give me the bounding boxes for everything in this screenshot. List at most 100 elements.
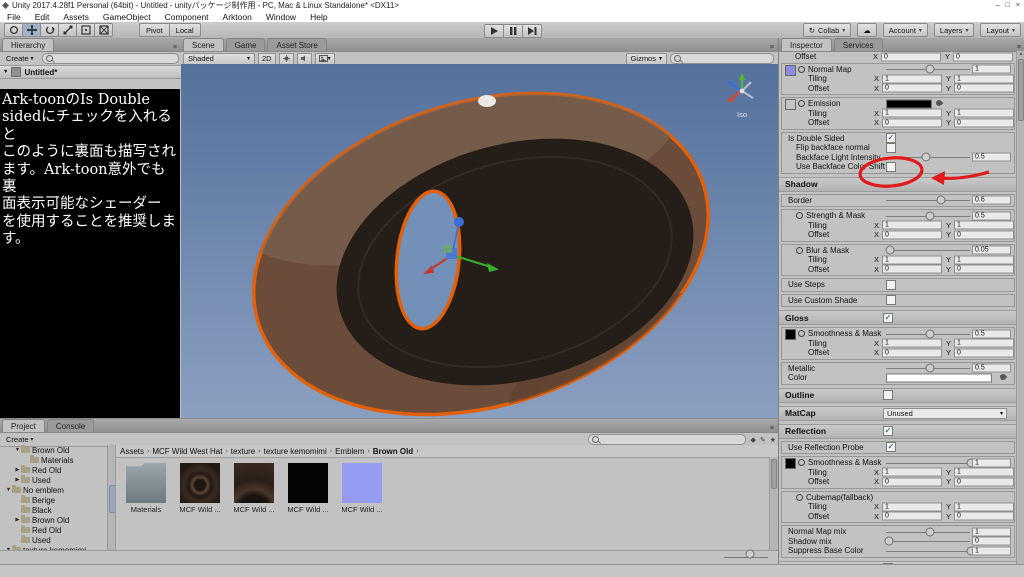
shading-mode-dropdown[interactable]: Shaded▾ <box>183 53 255 65</box>
breadcrumb-item-texture-kemomimi[interactable]: texture kemomimi <box>264 447 327 456</box>
tab-services[interactable]: Services <box>834 38 883 51</box>
y-field[interactable]: 0 <box>954 512 1014 521</box>
tree-item-red-old[interactable]: ▶Red Old <box>0 465 115 475</box>
value-field[interactable]: 1 <box>972 65 1011 74</box>
slider-handle[interactable] <box>926 527 935 536</box>
value-field[interactable]: 0.6 <box>972 196 1011 205</box>
slider-handle[interactable] <box>936 196 945 205</box>
tab-hierarchy[interactable]: Hierarchy <box>2 38 54 51</box>
value-field[interactable]: 0.5 <box>972 153 1011 162</box>
asset-mcf-wild-black[interactable]: MCF Wild ... <box>286 463 330 551</box>
hierarchy-scene-row[interactable]: ▼ Untitled* <box>0 66 181 79</box>
y-field[interactable]: 1 <box>954 255 1014 264</box>
scale-tool-button[interactable] <box>59 23 77 37</box>
x-field[interactable]: 0 <box>882 348 942 357</box>
step-button[interactable] <box>523 24 542 38</box>
value-field[interactable]: 0.5 <box>972 211 1011 220</box>
value-field[interactable]: 0 <box>972 537 1011 546</box>
scene-search-input[interactable] <box>670 53 774 64</box>
value-field[interactable]: 1 <box>972 527 1011 536</box>
inspector-scrollbar[interactable]: ▲ <box>1016 51 1024 564</box>
rotate-tool-button[interactable] <box>41 23 59 37</box>
maximize-icon[interactable]: □ <box>1006 2 1010 9</box>
pause-button[interactable] <box>504 24 523 38</box>
menu-file[interactable]: File <box>0 12 28 22</box>
checkbox[interactable]: ✓ <box>886 442 896 452</box>
section-header-matcap[interactable]: MatCapUnused▾ <box>779 406 1017 421</box>
menu-help[interactable]: Help <box>303 12 334 22</box>
value-field[interactable]: 0.5 <box>972 364 1011 373</box>
checkbox[interactable]: ✓ <box>883 426 893 436</box>
x-field[interactable]: 0 <box>882 118 942 127</box>
scene-viewport[interactable]: Iso <box>181 64 778 418</box>
x-field[interactable]: 1 <box>882 255 942 264</box>
thumbnail-size-slider[interactable] <box>724 557 768 558</box>
section-header-reflection[interactable]: Reflection✓ <box>779 424 1017 439</box>
tab-game[interactable]: Game <box>226 38 266 51</box>
slider-handle[interactable] <box>926 329 935 338</box>
foldout-arrow-icon[interactable]: ▼ <box>14 447 21 453</box>
checkbox[interactable]: ✓ <box>883 313 893 323</box>
value-field[interactable]: 0.5 <box>972 329 1011 338</box>
pivot-toggle-button[interactable]: Pivot <box>139 23 169 37</box>
eyedropper-icon[interactable] <box>999 373 1007 381</box>
tab-project[interactable]: Project <box>2 419 45 432</box>
x-field[interactable]: 1 <box>882 502 942 511</box>
slider-handle[interactable] <box>926 364 935 373</box>
account-dropdown[interactable]: Account▾ <box>883 23 928 37</box>
hierarchy-search-input[interactable] <box>42 53 179 64</box>
x-field[interactable]: 1 <box>882 74 942 83</box>
slider-handle[interactable] <box>926 65 935 74</box>
y-field[interactable]: 0 <box>954 84 1014 93</box>
panel-menu-icon[interactable]: ≡ <box>173 44 177 51</box>
tree-scrollbar[interactable] <box>107 445 115 551</box>
foldout-arrow-icon[interactable]: ▼ <box>5 487 12 493</box>
audio-toggle-button[interactable] <box>297 53 312 65</box>
slider-handle[interactable] <box>884 537 893 546</box>
slider-handle[interactable] <box>886 246 895 255</box>
foldout-arrow-icon[interactable]: ▶ <box>14 477 21 483</box>
menu-gameobject[interactable]: GameObject <box>96 12 158 22</box>
gizmos-dropdown[interactable]: Gizmos▾ <box>626 53 667 65</box>
value-field[interactable]: 1 <box>972 458 1011 467</box>
tab-inspector[interactable]: Inspector <box>781 38 832 51</box>
y-field[interactable]: 0 <box>954 230 1014 239</box>
shader-slot-dropdown[interactable]: Unused▾ <box>883 408 1007 419</box>
x-field[interactable]: 0 <box>882 84 942 93</box>
scene-orientation-gizmo[interactable]: Iso <box>720 72 764 119</box>
slider-handle[interactable] <box>921 153 930 162</box>
tree-item-used[interactable]: Used <box>0 535 115 545</box>
x-field[interactable]: 1 <box>882 109 942 118</box>
panel-menu-icon[interactable]: ≡ <box>1017 44 1021 51</box>
y-field[interactable]: 0 <box>953 52 1013 61</box>
foldout-arrow-icon[interactable]: ▼ <box>3 69 8 75</box>
foldout-arrow-icon[interactable]: ▶ <box>14 467 21 473</box>
tab-asset-store[interactable]: Asset Store <box>267 38 326 51</box>
collab-dropdown[interactable]: ↻Collab▾ <box>803 23 852 37</box>
checkbox[interactable] <box>886 162 896 172</box>
x-field[interactable]: 0 <box>882 230 942 239</box>
y-field[interactable]: 1 <box>954 74 1014 83</box>
y-field[interactable]: 0 <box>954 477 1014 486</box>
slider-handle[interactable] <box>926 211 935 220</box>
eyedropper-icon[interactable] <box>935 99 943 107</box>
close-icon[interactable]: × <box>1016 2 1020 9</box>
layers-dropdown[interactable]: Layers▾ <box>934 23 975 37</box>
y-field[interactable]: 1 <box>954 109 1014 118</box>
y-field[interactable]: 1 <box>954 502 1014 511</box>
asset-mcf-wild-normal[interactable]: MCF Wild ... <box>340 463 384 551</box>
section-header-shadow[interactable]: Shadow <box>779 177 1017 192</box>
play-button[interactable] <box>484 24 504 38</box>
menu-assets[interactable]: Assets <box>56 12 96 22</box>
favorites-icon[interactable]: ★ <box>770 436 776 444</box>
hand-tool-button[interactable] <box>4 23 23 37</box>
menu-edit[interactable]: Edit <box>28 12 57 22</box>
move-tool-button[interactable] <box>23 23 41 37</box>
tree-item-brown-old[interactable]: ▼Brown Old <box>0 445 115 455</box>
project-search-input[interactable] <box>588 434 746 445</box>
effects-dropdown[interactable]: ▾ <box>315 53 335 65</box>
tab-scene[interactable]: Scene <box>183 38 224 51</box>
foldout-arrow-icon[interactable]: ▶ <box>14 517 21 523</box>
breadcrumb-item-texture[interactable]: texture <box>231 447 255 456</box>
lighting-toggle-button[interactable] <box>279 53 294 65</box>
